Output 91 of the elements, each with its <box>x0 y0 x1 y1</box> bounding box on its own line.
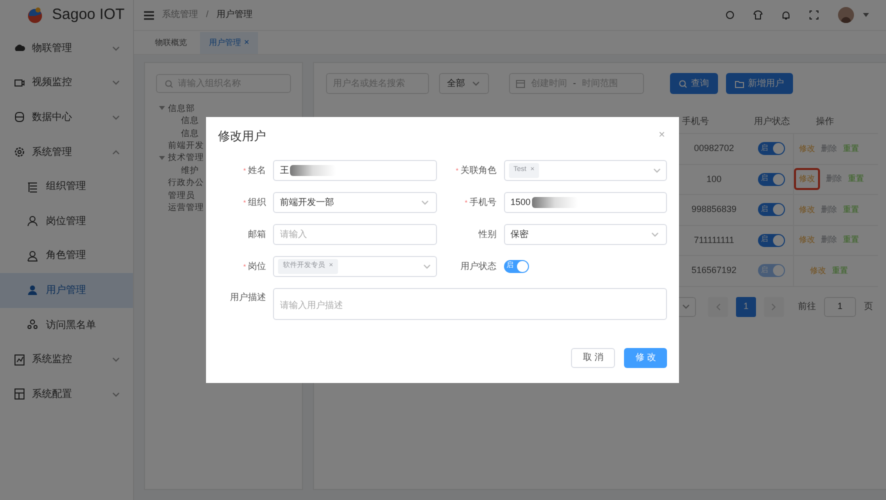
search-icon <box>679 80 687 88</box>
page-input[interactable]: 1 <box>824 296 856 316</box>
submit-button[interactable]: 修 改 <box>624 348 667 368</box>
breadcrumb-item[interactable]: 用户管理 <box>216 8 253 22</box>
select-field[interactable]: 前端开发一部 <box>273 192 436 213</box>
action-link[interactable]: 重置 <box>843 234 859 246</box>
list-icon <box>27 180 38 193</box>
camera-icon <box>14 76 25 89</box>
textarea-field[interactable]: 请输入用户描述 <box>273 288 667 320</box>
sidebar-item[interactable]: 视频监控 <box>0 66 133 100</box>
close-icon[interactable]: × <box>658 127 665 144</box>
field-label: 邮箱 <box>247 228 267 241</box>
chevron-icon <box>111 148 121 157</box>
chevron-icon <box>111 355 121 364</box>
sidebar-item[interactable]: 系统管理 <box>0 134 133 170</box>
input-field[interactable]: 请输入 <box>273 224 436 245</box>
sidebar-item[interactable]: 角色管理 <box>0 238 133 274</box>
chart-icon <box>14 354 25 366</box>
action-link[interactable]: 修改 <box>799 204 815 216</box>
action-link[interactable]: 重置 <box>843 142 859 155</box>
settings-icon <box>14 146 25 158</box>
panel-icon <box>14 388 25 400</box>
tree-item[interactable]: 信息部 <box>156 102 291 114</box>
column-header: 手机号 <box>682 115 710 128</box>
chevron-left-icon <box>715 302 721 310</box>
tab[interactable]: 用户管理 × <box>200 32 258 54</box>
users-icon <box>27 319 38 332</box>
goto-label: 前往 <box>798 300 816 313</box>
field-label: 性别 <box>477 228 498 241</box>
action-link[interactable]: 重置 <box>843 204 859 216</box>
user-icon <box>27 250 38 262</box>
chevron-icon <box>650 230 660 239</box>
logo-icon <box>26 6 44 24</box>
user-icon <box>27 284 38 296</box>
breadcrumb-separator: / <box>206 8 209 22</box>
search-icon <box>165 80 173 88</box>
sidebar-item[interactable]: 系统配置 <box>0 376 133 412</box>
chevron-icon <box>471 79 481 88</box>
fullscreen-icon[interactable] <box>809 10 819 20</box>
chevron-icon <box>111 44 121 53</box>
app-name: Sagoo IOT <box>52 4 125 25</box>
user-icon <box>27 215 38 228</box>
select-field[interactable]: 保密 <box>504 224 667 245</box>
breadcrumb-item[interactable]: 系统管理 <box>162 8 198 22</box>
sidebar-item[interactable]: 用户管理 <box>0 273 133 308</box>
field-label: 用户状态 <box>460 260 498 273</box>
sidebar-item[interactable]: 物联管理 <box>0 31 133 66</box>
table-cell-text: 00982702 <box>692 142 736 155</box>
input-field[interactable]: 1500 <box>504 192 667 213</box>
chevron-icon <box>420 198 430 207</box>
chevron-icon <box>111 390 121 399</box>
caret-icon <box>862 12 870 18</box>
chevron-icon <box>111 78 121 88</box>
chevron-icon <box>681 302 691 311</box>
sidebar-item[interactable]: 系统监控 <box>0 342 133 377</box>
table-cell-text: 998856839 <box>690 203 738 216</box>
shirt-icon[interactable] <box>753 10 763 20</box>
chevron-icon <box>652 166 662 175</box>
sidebar-item[interactable]: 岗位管理 <box>0 204 133 239</box>
table-cell-text: 100 <box>705 172 723 186</box>
action-link[interactable]: 重置 <box>848 173 864 186</box>
column-header: 用户状态 <box>753 115 791 128</box>
query-button[interactable]: 查询 <box>670 73 718 94</box>
avatar[interactable] <box>838 7 854 23</box>
menu-icon <box>144 10 154 20</box>
chevron-icon <box>422 262 432 271</box>
tab[interactable]: 物联概览 <box>146 32 196 54</box>
cancel-button[interactable]: 取 消 <box>570 348 616 368</box>
sidebar-item[interactable]: 组织管理 <box>0 169 133 204</box>
close-icon[interactable]: × <box>244 36 250 50</box>
sidebar-item[interactable]: 数据中心 <box>0 100 133 135</box>
dialog-title: 修改用户 <box>218 128 266 144</box>
column-header: 操作 <box>815 115 835 128</box>
action-link[interactable]: 修改 <box>794 168 820 190</box>
bell-icon[interactable] <box>781 10 791 20</box>
field-label: 用户描述 <box>229 291 267 304</box>
database-icon <box>14 111 25 124</box>
input-field[interactable]: 王 <box>273 160 436 181</box>
action-link[interactable]: 修改 <box>799 142 815 155</box>
calendar-icon <box>516 79 525 88</box>
table-cell-text: 711111111 <box>692 234 736 246</box>
sidebar-item[interactable]: 访问黑名单 <box>0 308 133 342</box>
folder-icon <box>735 80 744 88</box>
add-user-button[interactable]: 新增用户 <box>726 73 793 94</box>
chevron-icon <box>111 112 121 122</box>
page-suffix: 页 <box>864 300 873 313</box>
action-link[interactable]: 修改 <box>799 234 815 246</box>
status-select[interactable]: 全部 <box>439 73 489 94</box>
page-button[interactable]: 1 <box>736 296 756 316</box>
chevron-right-icon <box>771 302 777 310</box>
table-cell-text: 516567192 <box>690 264 738 277</box>
